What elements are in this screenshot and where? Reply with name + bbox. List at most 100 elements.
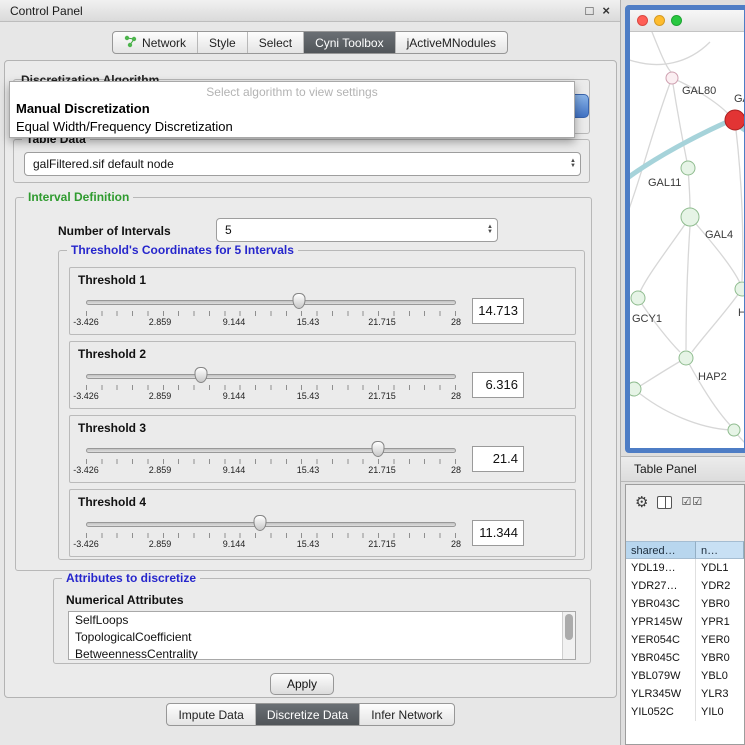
cell-name[interactable]: YBR0 — [696, 649, 744, 667]
table-panel-header[interactable]: Table Panel — [621, 456, 745, 482]
table-row[interactable]: YBR045C YBR0 — [626, 649, 744, 667]
slider-track[interactable] — [86, 522, 456, 527]
slider-track[interactable] — [86, 300, 456, 305]
cell-shared-name[interactable]: YPR145W — [626, 613, 696, 631]
network-window-titlebar — [630, 10, 744, 32]
tab-label: Impute Data — [178, 708, 243, 722]
numerical-attributes-list[interactable]: SelfLoops TopologicalCoefficient Between… — [68, 611, 576, 660]
threshold-value-field[interactable]: 21.4 — [472, 446, 524, 472]
table-body: YDL19… YDL1 YDR27… YDR2 YBR043C YBR0 YPR… — [626, 559, 744, 744]
dropdown-option-manual-discretization[interactable]: Manual Discretization — [16, 101, 150, 116]
gear-icon[interactable]: ⚙ — [635, 495, 648, 510]
attributes-group-title: Attributes to discretize — [62, 571, 200, 585]
zoom-traffic-light-icon[interactable] — [671, 15, 682, 26]
cell-name[interactable]: YDL1 — [696, 559, 744, 577]
threshold-value-field[interactable]: 6.316 — [472, 372, 524, 398]
slider-thumb[interactable] — [194, 367, 207, 383]
table-row[interactable]: YLR345W YLR3 — [626, 685, 744, 703]
network-view-window[interactable]: GAL80 GA GAL11 GAL4 GCY1 H HAP2 — [625, 5, 745, 453]
tab-network[interactable]: Network — [113, 32, 198, 53]
top-tabbar: Network Style Select Cyni Toolbox jActiv… — [0, 31, 620, 54]
table-data-combo[interactable]: galFiltered.sif default node ▲ ▼ — [24, 152, 581, 176]
tab-impute-data[interactable]: Impute Data — [167, 704, 255, 725]
slider-track[interactable] — [86, 448, 456, 453]
checkbox-icons[interactable]: ☑☑ — [681, 497, 703, 508]
tab-select[interactable]: Select — [248, 32, 304, 53]
list-item[interactable]: BetweennessCentrality — [69, 646, 575, 660]
tab-cyni-toolbox[interactable]: Cyni Toolbox — [304, 32, 395, 53]
tick-label: 21.715 — [368, 465, 396, 475]
close-icon[interactable]: × — [602, 4, 610, 17]
cell-shared-name[interactable]: YIL052C — [626, 703, 696, 721]
column-header-shared-name[interactable]: shared… — [626, 541, 696, 559]
stepper-down-icon: ▼ — [570, 164, 576, 169]
tab-infer-network[interactable]: Infer Network — [360, 704, 453, 725]
slider-track[interactable] — [86, 374, 456, 379]
list-item[interactable]: SelfLoops — [69, 612, 575, 629]
tick-label: 9.144 — [223, 391, 246, 401]
slider-thumb[interactable] — [372, 441, 385, 457]
node[interactable] — [631, 291, 645, 305]
float-window-icon[interactable]: □ — [586, 4, 594, 17]
tab-discretize-data[interactable]: Discretize Data — [256, 704, 360, 725]
tick-label: 9.144 — [223, 539, 246, 549]
node[interactable] — [735, 282, 744, 296]
cell-shared-name[interactable]: YBR043C — [626, 595, 696, 613]
node[interactable] — [681, 161, 695, 175]
node[interactable] — [679, 351, 693, 365]
node[interactable] — [728, 424, 740, 436]
table-row[interactable]: YBL079W YBL0 — [626, 667, 744, 685]
apply-button[interactable]: Apply — [270, 673, 334, 695]
minimize-traffic-light-icon[interactable] — [654, 15, 665, 26]
dropdown-option-equal-width[interactable]: Equal Width/Frequency Discretization — [16, 119, 233, 134]
tab-jactivemodules[interactable]: jActiveMNodules — [396, 32, 507, 53]
network-canvas[interactable]: GAL80 GA GAL11 GAL4 GCY1 H HAP2 — [630, 32, 744, 448]
cell-name[interactable]: YLR3 — [696, 685, 744, 703]
threshold-value-field[interactable]: 11.344 — [472, 520, 524, 546]
selected-node[interactable] — [725, 110, 744, 130]
tab-style[interactable]: Style — [198, 32, 248, 53]
node[interactable] — [630, 382, 641, 396]
node-label: GCY1 — [632, 313, 662, 325]
node[interactable] — [666, 72, 678, 84]
threshold-slider[interactable]: -3.4262.8599.14415.4321.71528 — [86, 292, 456, 332]
table-row[interactable]: YER054C YER0 — [626, 631, 744, 649]
cyni-toolbox-panel: Discretization Algorithm Select algorith… — [4, 60, 617, 698]
scrollbar-thumb[interactable] — [565, 614, 573, 640]
cell-shared-name[interactable]: YBL079W — [626, 667, 696, 685]
slider-thumb[interactable] — [293, 293, 306, 309]
cell-name[interactable]: YPR1 — [696, 613, 744, 631]
threshold-slider[interactable]: -3.4262.8599.14415.4321.71528 — [86, 440, 456, 480]
threshold-slider[interactable]: -3.4262.8599.14415.4321.71528 — [86, 514, 456, 554]
threshold-slider[interactable]: -3.4262.8599.14415.4321.71528 — [86, 366, 456, 406]
tick-label: 15.43 — [297, 391, 320, 401]
tick-label: -3.426 — [73, 465, 99, 475]
cell-name[interactable]: YER0 — [696, 631, 744, 649]
list-item[interactable]: TopologicalCoefficient — [69, 629, 575, 646]
table-row[interactable]: YBR043C YBR0 — [626, 595, 744, 613]
list-scrollbar[interactable] — [562, 612, 575, 659]
cell-name[interactable]: YBR0 — [696, 595, 744, 613]
cell-shared-name[interactable]: YER054C — [626, 631, 696, 649]
cell-name[interactable]: YBL0 — [696, 667, 744, 685]
column-header-name[interactable]: n… — [696, 541, 744, 559]
table-row[interactable]: YIL052C YIL0 — [626, 703, 744, 721]
close-traffic-light-icon[interactable] — [637, 15, 648, 26]
table-row[interactable]: YPR145W YPR1 — [626, 613, 744, 631]
columns-icon[interactable] — [657, 496, 672, 509]
tab-label: Network — [142, 36, 186, 50]
threshold-value-field[interactable]: 14.713 — [472, 298, 524, 324]
slider-thumb[interactable] — [253, 515, 266, 531]
table-row[interactable]: YDR27… YDR2 — [626, 577, 744, 595]
node[interactable] — [681, 208, 699, 226]
number-of-intervals-combo[interactable]: 5 ▲ ▼ — [216, 218, 498, 242]
table-row[interactable]: YDL19… YDL1 — [626, 559, 744, 577]
cell-shared-name[interactable]: YDL19… — [626, 559, 696, 577]
cell-shared-name[interactable]: YLR345W — [626, 685, 696, 703]
cell-name[interactable]: YDR2 — [696, 577, 744, 595]
tab-label: Infer Network — [371, 708, 442, 722]
cell-shared-name[interactable]: YBR045C — [626, 649, 696, 667]
cell-shared-name[interactable]: YDR27… — [626, 577, 696, 595]
cell-name[interactable]: YIL0 — [696, 703, 744, 721]
dropdown-placeholder-option[interactable]: Select algorithm to view settings — [10, 82, 574, 99]
